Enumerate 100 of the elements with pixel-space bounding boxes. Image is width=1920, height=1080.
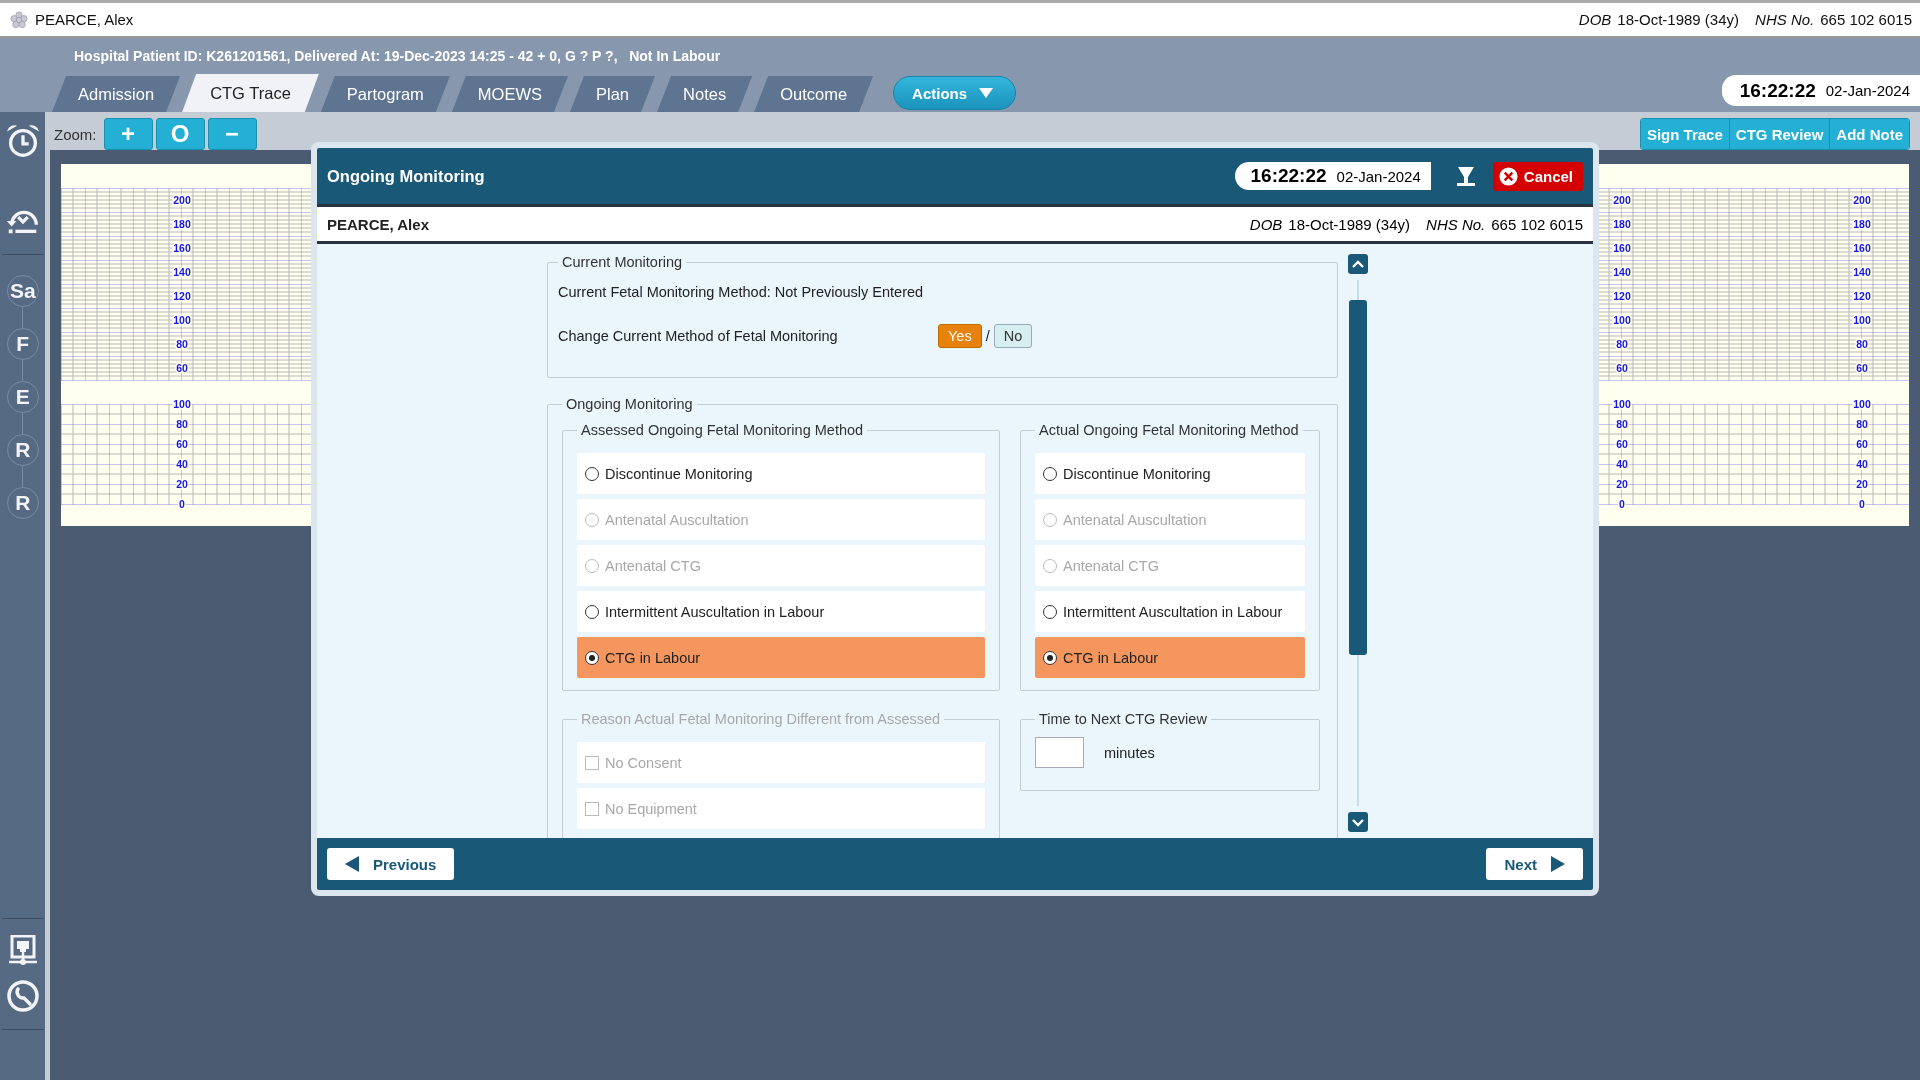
right-arrow-icon <box>1551 856 1565 872</box>
group-legend: Reason Actual Fetal Monitoring Different from Assessed <box>577 711 945 727</box>
radio-icon <box>585 650 599 665</box>
tab[interactable]: Plan <box>570 76 656 112</box>
toolbar-button[interactable]: Sign Trace <box>1640 119 1729 149</box>
group-legend: Actual Ongoing Fetal Monitoring Method <box>1035 422 1303 438</box>
axis-label: 180 <box>1613 218 1631 230</box>
clock-date: 02-Jan-2024 <box>1336 167 1421 185</box>
minutes-field[interactable] <box>1035 737 1084 768</box>
radio-icon <box>585 466 599 481</box>
axis-label: 0 <box>1619 498 1625 510</box>
axis-label: 80 <box>176 338 188 350</box>
radio-icon <box>585 604 599 619</box>
patient-name: PEARCE, Alex <box>327 215 429 233</box>
clock-time: 16:22:22 <box>1250 165 1327 187</box>
scrollbar-thumb[interactable] <box>1349 300 1367 655</box>
group-legend: Ongoing Monitoring <box>562 396 697 412</box>
dob-label: DOB <box>1249 215 1283 233</box>
radio-option[interactable]: Intermittent Auscultation in Labour <box>1035 591 1305 632</box>
wrench-icon[interactable] <box>5 979 40 1013</box>
zoom-label: Zoom: <box>54 125 97 143</box>
radio-option[interactable]: CTG in Labour <box>1035 637 1305 678</box>
group-legend: Current Monitoring <box>558 254 687 270</box>
toolbar-button[interactable]: Add Note <box>1829 119 1909 149</box>
filter-icon[interactable] <box>1456 166 1475 186</box>
separator: / <box>985 328 990 344</box>
axis-label: 100 <box>173 314 191 326</box>
axis-label: 40 <box>1856 458 1868 470</box>
axis-label: 180 <box>173 218 191 230</box>
tab[interactable]: Partogram <box>320 76 450 112</box>
axis-label: 100 <box>1853 398 1871 410</box>
axis-label: 100 <box>1613 398 1631 410</box>
toggle-button[interactable]: Yes <box>938 324 982 348</box>
axis-label: 60 <box>1616 362 1628 374</box>
actions-button[interactable]: Actions <box>893 76 1017 110</box>
axis-label: 200 <box>1853 194 1871 206</box>
nhs-value: 665 102 6015 <box>1491 215 1583 233</box>
nhs-label: NHS No. <box>1426 215 1486 233</box>
network-icon[interactable] <box>7 935 38 967</box>
axis-label: 200 <box>173 194 191 206</box>
nhs-label: NHS No. <box>1755 11 1815 28</box>
radio-option[interactable]: Discontinue Monitoring <box>1035 453 1305 494</box>
flower-icon <box>10 10 28 29</box>
tab[interactable]: MOEWS <box>451 76 568 112</box>
patient-info: Hospital Patient ID: K261201561, Delivered At: 19-Dec-2023 14:25 - 42 + 0, G ? P ?, Not In Labour <box>73 47 722 66</box>
checkbox-icon <box>585 801 599 816</box>
checkbox-icon <box>585 755 599 770</box>
cancel-button[interactable]: Cancel <box>1492 161 1583 191</box>
patient-name: PEARCE, Alex <box>35 11 134 28</box>
next-button[interactable]: Next <box>1486 848 1583 880</box>
scroll-up-icon[interactable] <box>1348 254 1368 274</box>
axis-label: 60 <box>176 362 188 374</box>
caret-icon <box>979 88 994 98</box>
toggle-button[interactable]: No <box>993 324 1033 348</box>
group-legend: Time to Next CTG Review <box>1035 711 1211 727</box>
radio-option[interactable]: Intermittent Auscultation in Labour <box>577 591 985 632</box>
tab[interactable]: CTG Trace <box>182 74 319 112</box>
clock-time: 16:22:22 <box>1739 79 1816 102</box>
axis-label: 140 <box>1613 266 1631 278</box>
radio-option[interactable]: CTG in Labour <box>577 637 985 678</box>
radio-icon <box>1043 558 1057 573</box>
axis-label: 120 <box>1613 290 1631 302</box>
radio-icon <box>1043 604 1057 619</box>
axis-label: 80 <box>1616 338 1628 350</box>
axis-label: 60 <box>1856 362 1868 374</box>
axis-label: 200 <box>1613 194 1631 206</box>
axis-label: 20 <box>176 478 188 490</box>
axis-label: 80 <box>1856 418 1868 430</box>
axis-label: 140 <box>1853 266 1871 278</box>
axis-label: 160 <box>1853 242 1871 254</box>
zoom-button[interactable]: O <box>155 118 205 150</box>
axis-label: 100 <box>1613 314 1631 326</box>
axis-label: 100 <box>173 398 191 410</box>
tab[interactable]: Admission <box>52 76 181 112</box>
dob-value: 18-Oct-1989 (34y) <box>1617 11 1740 28</box>
current-method-text: Current Fetal Monitoring Method: Not Previously Entered <box>558 284 925 300</box>
axis-label: 60 <box>1856 438 1868 450</box>
clock-date: 02-Jan-2024 <box>1825 82 1910 99</box>
radio-icon <box>585 558 599 573</box>
axis-label: 0 <box>1859 498 1865 510</box>
left-arrow-icon <box>345 856 359 872</box>
axis-label: 60 <box>176 438 188 450</box>
dob-value: 18-Oct-1989 (34y) <box>1288 215 1411 233</box>
change-method-label: Change Current Method of Fetal Monitoring <box>558 328 839 344</box>
tab[interactable]: Notes <box>657 76 753 112</box>
axis-label: 80 <box>1616 418 1628 430</box>
axis-label: 20 <box>1616 478 1628 490</box>
axis-label: 80 <box>1856 338 1868 350</box>
axis-label: 160 <box>1613 242 1631 254</box>
axis-label: 40 <box>1616 458 1628 470</box>
axis-label: 120 <box>173 290 191 302</box>
toolbar-button[interactable]: CTG Review <box>1728 119 1830 149</box>
zoom-button[interactable]: − <box>207 118 257 150</box>
previous-button[interactable]: Previous <box>327 848 455 880</box>
tab[interactable]: Outcome <box>754 76 874 112</box>
radio-option[interactable]: Discontinue Monitoring <box>577 453 985 494</box>
axis-label: 60 <box>1616 438 1628 450</box>
zoom-button[interactable]: + <box>103 118 153 150</box>
axis-label: 20 <box>1856 478 1868 490</box>
scroll-down-icon[interactable] <box>1348 812 1368 832</box>
